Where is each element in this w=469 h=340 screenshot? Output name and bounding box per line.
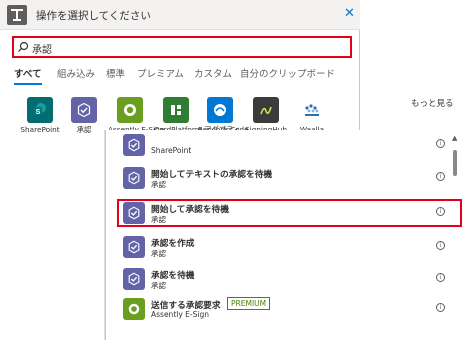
action-row[interactable]: 承認を待機 承認 i: [123, 264, 453, 294]
action-connector: SharePoint: [151, 146, 192, 155]
active-tab-indicator: [14, 83, 42, 85]
approvals-icon: [123, 134, 145, 156]
scrollbar-thumb[interactable]: [453, 150, 457, 176]
action-connector: 承認: [151, 215, 166, 224]
action-row[interactable]: 開始してテキストの承認を待機 承認 i: [123, 163, 453, 193]
operation-icon: [7, 5, 27, 25]
premium-badge: PREMIUM: [227, 297, 271, 310]
tab-premium[interactable]: プレミアム: [137, 66, 184, 80]
action-connector: 承認: [151, 281, 166, 290]
action-row[interactable]: 開始して承認を待機 承認 i: [123, 198, 453, 228]
tab-custom[interactable]: カスタム: [194, 66, 232, 80]
sharepoint-icon: S: [27, 97, 53, 123]
action-connector: 承認: [151, 249, 166, 258]
approvals-icon: [123, 268, 145, 290]
connector-approvals[interactable]: 承認: [62, 97, 106, 134]
action-connector: 承認: [151, 180, 166, 189]
search-icon: [18, 41, 29, 52]
search-value: 承認: [32, 45, 52, 56]
connector-cardplatform[interactable]: CardPlatform アダプティ...: [154, 97, 247, 134]
tab-standard[interactable]: 標準: [106, 66, 125, 80]
connector-sharepoint[interactable]: S SharePoint: [18, 97, 62, 134]
connector-signinghub[interactable]: SigningHub: [244, 97, 288, 134]
connector-waalla[interactable]: Waalla: [290, 97, 334, 134]
info-icon[interactable]: i: [436, 172, 445, 181]
panel-title: 操作を選択してください: [36, 10, 151, 22]
assently-icon: [117, 97, 143, 123]
info-icon[interactable]: i: [436, 303, 445, 312]
cardplatform-icon: [163, 97, 189, 123]
action-connector: Assently E-Sign: [151, 310, 209, 319]
action-list: ▲ SharePoint i 開始してテキストの承認を待機 承認 i 開始して承…: [105, 130, 462, 340]
action-row[interactable]: 送信する承認要求 PREMIUM Assently E-Sign i: [123, 294, 453, 324]
approvals-icon: [123, 167, 145, 189]
close-icon[interactable]: ✕: [344, 7, 355, 20]
approvals-icon: [71, 97, 97, 123]
info-icon[interactable]: i: [436, 273, 445, 282]
connector-label: 承認: [76, 125, 92, 134]
approvals-icon: [123, 202, 145, 224]
panel-header: 操作を選択してください ✕: [0, 0, 360, 30]
search-input[interactable]: 承認: [12, 36, 352, 58]
info-icon[interactable]: i: [436, 207, 445, 216]
tab-all[interactable]: すべて: [14, 66, 41, 80]
connector-label: SharePoint: [20, 125, 60, 134]
assently-icon: [123, 298, 145, 320]
action-title: 開始してテキストの承認を待機: [151, 170, 273, 180]
info-icon[interactable]: i: [436, 139, 445, 148]
waalla-icon: [299, 97, 325, 123]
approvals-icon: [123, 236, 145, 258]
show-more-link[interactable]: もっと見る: [411, 97, 454, 109]
connector-assently[interactable]: Assently E-Sign: [108, 97, 164, 134]
svg-text:S: S: [36, 109, 41, 116]
info-icon[interactable]: i: [436, 241, 445, 250]
action-row[interactable]: SharePoint i: [123, 130, 453, 160]
connector-rencore[interactable]: Rencore Code: [198, 97, 249, 134]
action-row[interactable]: 承認を作成 承認 i: [123, 232, 453, 262]
tab-builtin[interactable]: 組み込み: [57, 66, 95, 80]
tab-my-clipboard[interactable]: 自分のクリップボード: [240, 66, 335, 80]
signinghub-icon: [253, 97, 279, 123]
rencore-icon: [207, 97, 233, 123]
